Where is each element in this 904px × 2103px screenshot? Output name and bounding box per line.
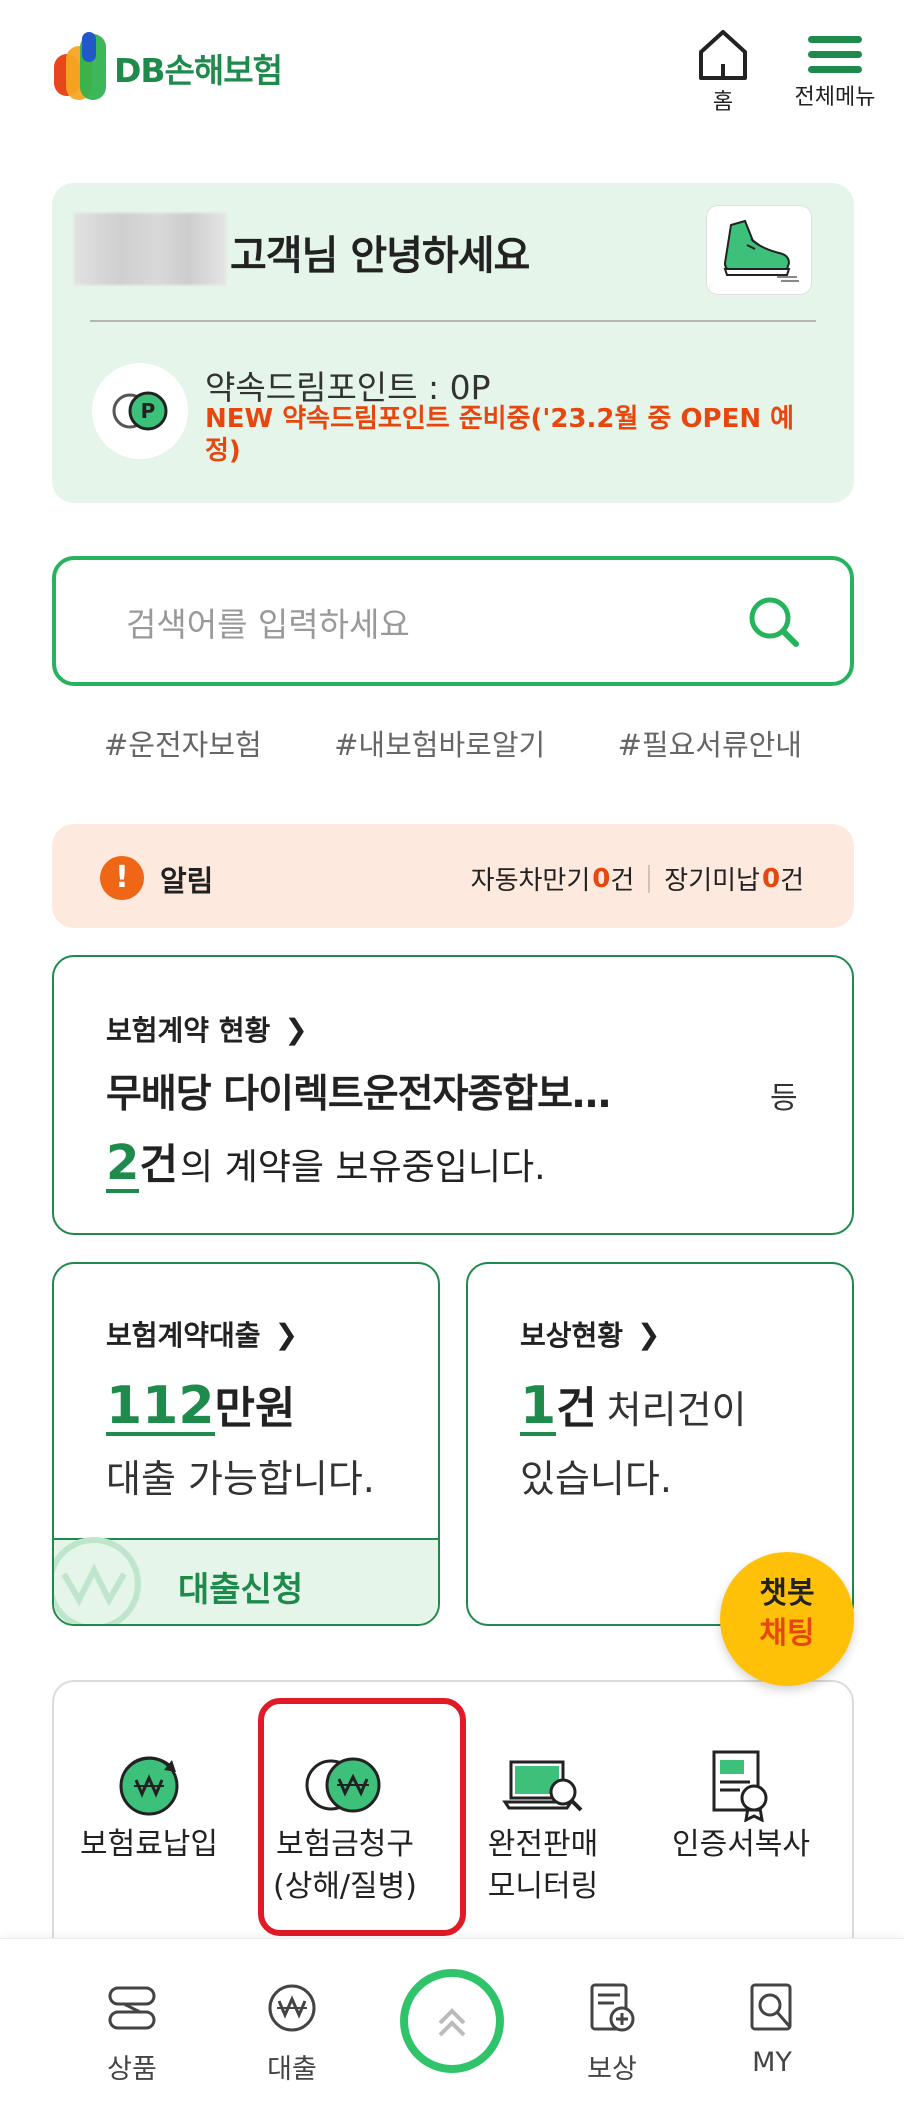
- full-menu-button[interactable]: 전체메뉴: [780, 30, 890, 120]
- contract-status-title[interactable]: 보험계약 현황 ❯: [106, 1009, 308, 1049]
- auto-expiry-label: 자동차만기: [470, 866, 591, 896]
- bottom-navigation: 상품 대출 보상 MY: [0, 1938, 904, 2103]
- svg-text:P: P: [141, 399, 156, 423]
- nav-products-label: 상품: [107, 2054, 157, 2085]
- claims-count-line: 1 건 처리건이: [520, 1372, 747, 1436]
- home-button[interactable]: 홈: [690, 28, 756, 118]
- count-unit: 건: [610, 866, 635, 896]
- points-label: 약속드림포인트 : 0P: [205, 368, 491, 407]
- db-logo[interactable]: DB손해보험: [52, 32, 283, 104]
- sales-monitoring-icon: [502, 1760, 583, 1812]
- search-input[interactable]: 검색어를 입력하세요: [52, 556, 854, 686]
- loan-amount-value: 112: [106, 1376, 215, 1436]
- hashtag-link[interactable]: #내보험바로알기: [334, 722, 545, 764]
- nav-loan[interactable]: 대출: [232, 1979, 352, 2086]
- hashtag-link[interactable]: #운전자보험: [104, 722, 262, 764]
- quick-menu-certificate-copy[interactable]: 인증서복사: [646, 1748, 836, 1864]
- quick-menu-sublabel: 모니터링: [487, 1869, 599, 1904]
- blurred-customer-name: [74, 213, 226, 285]
- quick-menu-label: 완전판매: [487, 1827, 599, 1862]
- claims-count: 1: [520, 1376, 557, 1436]
- hamburger-icon: [808, 36, 862, 73]
- contract-count-text: 의 계약을 보유중입니다.: [180, 1147, 546, 1188]
- notification-bar[interactable]: ! 알림 자동차만기 0 건 장기미납 0 건: [52, 824, 854, 928]
- my-search-icon: [750, 1983, 792, 2031]
- home-icon: [699, 30, 747, 80]
- certificate-copy-icon: [712, 1750, 768, 1822]
- chatbot-label: 챗봇: [759, 1576, 815, 1611]
- search-icon[interactable]: [746, 594, 802, 650]
- nav-my-label: MY: [752, 2047, 792, 2078]
- compensation-doc-icon: [590, 1983, 635, 2032]
- nav-products[interactable]: 상품: [72, 1979, 192, 2086]
- nav-compensation-label: 보상: [587, 2054, 637, 2085]
- chatbot-button[interactable]: 챗봇 채팅: [720, 1552, 854, 1686]
- home-label: 홈: [712, 90, 734, 115]
- quick-menu-premium-payment[interactable]: 보험료납입: [54, 1748, 244, 1864]
- claims-status-title[interactable]: 보상현황 ❯: [520, 1314, 661, 1354]
- highlight-annotation: [258, 1698, 466, 1936]
- quick-menu-label: 인증서복사: [672, 1827, 810, 1862]
- nav-loan-label: 대출: [267, 2054, 317, 2085]
- walking-mission-button[interactable]: [706, 205, 812, 295]
- greeting-divider: [90, 320, 816, 322]
- chatbot-sublabel: 채팅: [759, 1616, 815, 1651]
- divider: [648, 864, 651, 893]
- notification-counts: 자동차만기 0 건 장기미납 0 건: [471, 860, 804, 897]
- full-menu-label: 전체메뉴: [794, 85, 876, 110]
- loan-amount-unit: 만원: [214, 1383, 296, 1434]
- premium-payment-icon: [119, 1756, 179, 1816]
- loan-amount: 112 만원: [106, 1372, 296, 1436]
- contract-suffix: 등: [770, 1081, 798, 1116]
- contract-count-unit: 건: [139, 1140, 179, 1189]
- hashtag-link[interactable]: #필요서류안내: [618, 722, 802, 764]
- products-icon: [108, 1986, 156, 2030]
- auto-expiry-count: 0: [592, 863, 611, 894]
- loan-description: 대출 가능합니다.: [106, 1457, 375, 1501]
- contract-product-name: 무배당 다이렉트운전자종합보…: [106, 1072, 611, 1117]
- claims-count-text: 처리건이: [606, 1388, 747, 1432]
- sneaker-icon: [723, 219, 799, 282]
- won-coin-icon: [268, 1984, 316, 2032]
- won-watermark-icon: [54, 1537, 141, 1624]
- search-placeholder: 검색어를 입력하세요: [126, 605, 410, 644]
- count-unit: 건: [780, 866, 804, 896]
- contract-status-card[interactable]: 보험계약 현황 ❯ 무배당 다이렉트운전자종합보… 등 2 건 의 계약을 보유…: [52, 955, 854, 1235]
- contract-count-line: 2 건 의 계약을 보유중입니다.: [106, 1131, 546, 1193]
- hashtag-list: #운전자보험 #내보험바로알기 #필요서류안내: [52, 722, 854, 764]
- greeting-card: 고객님 안녕하세요 P 약속드림포인트 : 0P NEW 약속드림포인트 준비중…: [52, 183, 854, 503]
- logo-text: DB손해보험: [114, 51, 283, 90]
- chevron-right-icon: ❯: [637, 1317, 661, 1351]
- quick-menu-label: 보험료납입: [80, 1827, 218, 1862]
- notification-title: 알림: [160, 864, 214, 898]
- db-logo-mark-icon: [52, 32, 110, 104]
- exclamation-icon: !: [100, 856, 144, 900]
- nav-compensation[interactable]: 보상: [552, 1979, 672, 2086]
- points-notice: NEW 약속드림포인트 준비중('23.2월 중 OPEN 예정): [205, 404, 795, 466]
- contract-count: 2: [106, 1135, 140, 1193]
- points-coin-icon: P: [92, 363, 188, 459]
- loan-apply-label: 대출신청: [178, 1570, 304, 1610]
- contract-status-label: 보험계약 현황: [106, 1014, 271, 1047]
- policy-loan-title[interactable]: 보험계약대출 ❯: [106, 1314, 298, 1354]
- nav-my[interactable]: MY: [712, 1979, 832, 2078]
- chevron-right-icon: ❯: [284, 1012, 308, 1046]
- claims-count-unit: 건: [556, 1383, 597, 1434]
- long-term-unpaid-count: 0: [761, 863, 781, 894]
- double-chevron-up-icon: [438, 2008, 466, 2037]
- long-term-unpaid-label: 장기미납: [664, 866, 760, 896]
- loan-apply-button[interactable]: 대출신청: [54, 1537, 438, 1624]
- quick-menu-sales-monitoring[interactable]: 완전판매 모니터링: [448, 1748, 638, 1906]
- claims-status-label: 보상현황: [520, 1319, 624, 1352]
- greeting-text: 고객님 안녕하세요: [230, 233, 530, 279]
- policy-loan-card[interactable]: 보험계약대출 ❯ 112 만원 대출 가능합니다. 대출신청: [52, 1262, 440, 1626]
- claims-description: 있습니다.: [520, 1457, 672, 1501]
- scroll-to-top-button[interactable]: [400, 1969, 504, 2073]
- policy-loan-label: 보험계약대출: [106, 1319, 261, 1352]
- chevron-right-icon: ❯: [274, 1317, 299, 1351]
- app-header: DB손해보험 홈 전체메뉴: [0, 0, 904, 150]
